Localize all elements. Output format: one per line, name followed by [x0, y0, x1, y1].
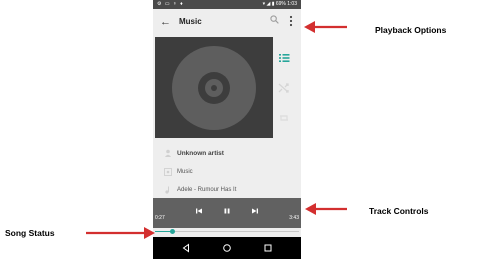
label-playback-options: Playback Options — [375, 25, 447, 35]
label-song-status: Song Status — [5, 228, 55, 238]
annotation-arrows — [86, 21, 347, 239]
arrow-track-controls — [305, 203, 347, 215]
arrow-playback-options — [304, 21, 347, 33]
arrow-song-status — [86, 227, 155, 239]
label-track-controls: Track Controls — [369, 206, 429, 216]
